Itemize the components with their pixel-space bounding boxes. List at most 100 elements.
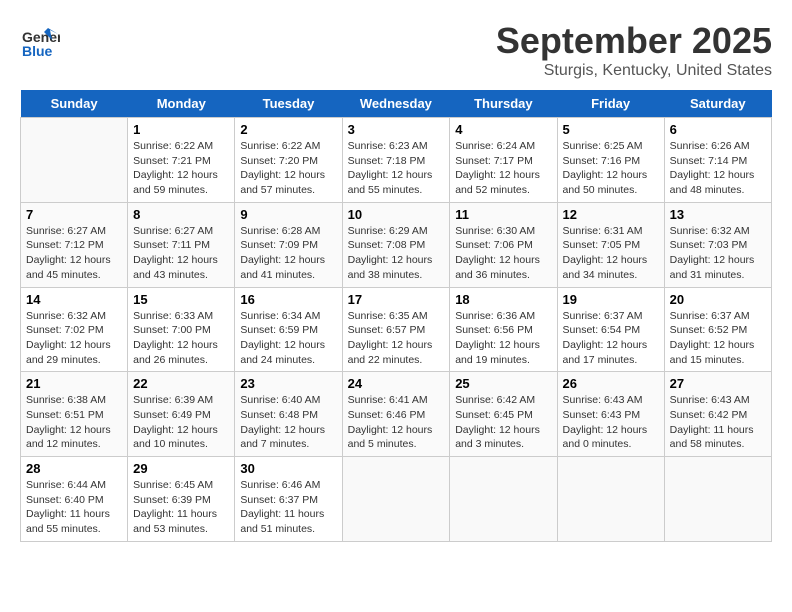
calendar-cell: 1 Sunrise: 6:22 AM Sunset: 7:21 PM Daylig…	[128, 118, 235, 203]
cell-info: Sunrise: 6:31 AM Sunset: 7:05 PM Dayligh…	[563, 224, 659, 283]
cell-info: Sunrise: 6:27 AM Sunset: 7:12 PM Dayligh…	[26, 224, 122, 283]
calendar-cell: 30 Sunrise: 6:46 AM Sunset: 6:37 PM Dayli…	[235, 457, 342, 542]
cell-info: Sunrise: 6:23 AM Sunset: 7:18 PM Dayligh…	[348, 139, 445, 198]
calendar-cell: 8 Sunrise: 6:27 AM Sunset: 7:11 PM Daylig…	[128, 202, 235, 287]
cell-info: Sunrise: 6:26 AM Sunset: 7:14 PM Dayligh…	[670, 139, 766, 198]
date-number: 28	[26, 461, 122, 476]
date-number: 1	[133, 122, 229, 137]
calendar-cell: 21 Sunrise: 6:38 AM Sunset: 6:51 PM Dayli…	[21, 372, 128, 457]
date-number: 13	[670, 207, 766, 222]
cell-info: Sunrise: 6:41 AM Sunset: 6:46 PM Dayligh…	[348, 393, 445, 452]
date-number: 21	[26, 376, 122, 391]
calendar-cell: 18 Sunrise: 6:36 AM Sunset: 6:56 PM Dayli…	[450, 287, 557, 372]
calendar-cell: 4 Sunrise: 6:24 AM Sunset: 7:17 PM Daylig…	[450, 118, 557, 203]
page-header: General Blue September 2025 Sturgis, Ken…	[20, 20, 772, 80]
calendar-cell: 29Sunrise: 6:45 AM Sunset: 6:39 PM Dayli…	[128, 457, 235, 542]
calendar-cell: 11 Sunrise: 6:30 AM Sunset: 7:06 PM Dayli…	[450, 202, 557, 287]
calendar-cell: 26Sunrise: 6:43 AM Sunset: 6:43 PM Dayli…	[557, 372, 664, 457]
date-number: 26	[563, 376, 659, 391]
cell-info: Sunrise: 6:46 AM Sunset: 6:37 PM Dayligh…	[240, 478, 336, 537]
calendar-cell	[664, 457, 771, 542]
cell-info: Sunrise: 6:45 AM Sunset: 6:39 PM Dayligh…	[133, 478, 229, 537]
cell-info: Sunrise: 6:32 AM Sunset: 7:03 PM Dayligh…	[670, 224, 766, 283]
day-header-monday: Monday	[128, 90, 235, 118]
date-number: 10	[348, 207, 445, 222]
calendar-cell: 23 Sunrise: 6:40 AM Sunset: 6:48 PM Dayli…	[235, 372, 342, 457]
date-number: 11	[455, 207, 551, 222]
cell-info: Sunrise: 6:44 AM Sunset: 6:40 PM Dayligh…	[26, 478, 122, 537]
calendar-cell: 14 Sunrise: 6:32 AM Sunset: 7:02 PM Dayli…	[21, 287, 128, 372]
cell-info: Sunrise: 6:42 AM Sunset: 6:45 PM Dayligh…	[455, 393, 551, 452]
calendar-cell: 12 Sunrise: 6:31 AM Sunset: 7:05 PM Dayli…	[557, 202, 664, 287]
cell-info: Sunrise: 6:28 AM Sunset: 7:09 PM Dayligh…	[240, 224, 336, 283]
calendar-cell: 15 Sunrise: 6:33 AM Sunset: 7:00 PM Dayli…	[128, 287, 235, 372]
day-header-thursday: Thursday	[450, 90, 557, 118]
calendar-cell: 20Sunrise: 6:37 AM Sunset: 6:52 PM Dayli…	[664, 287, 771, 372]
day-header-sunday: Sunday	[21, 90, 128, 118]
date-number: 30	[240, 461, 336, 476]
logo-icon: General Blue	[20, 20, 60, 60]
calendar-cell: 16 Sunrise: 6:34 AM Sunset: 6:59 PM Dayli…	[235, 287, 342, 372]
calendar-cell: 27 Sunrise: 6:43 AM Sunset: 6:42 PM Dayli…	[664, 372, 771, 457]
calendar-table: SundayMondayTuesdayWednesdayThursdayFrid…	[20, 90, 772, 542]
calendar-cell: 28 Sunrise: 6:44 AM Sunset: 6:40 PM Dayli…	[21, 457, 128, 542]
day-header-saturday: Saturday	[664, 90, 771, 118]
date-number: 14	[26, 292, 122, 307]
day-header-tuesday: Tuesday	[235, 90, 342, 118]
date-number: 27	[670, 376, 766, 391]
calendar-cell: 6 Sunrise: 6:26 AM Sunset: 7:14 PM Daylig…	[664, 118, 771, 203]
date-number: 2	[240, 122, 336, 137]
cell-info: Sunrise: 6:22 AM Sunset: 7:21 PM Dayligh…	[133, 139, 229, 198]
cell-info: Sunrise: 6:34 AM Sunset: 6:59 PM Dayligh…	[240, 309, 336, 368]
calendar-cell: 2 Sunrise: 6:22 AM Sunset: 7:20 PM Daylig…	[235, 118, 342, 203]
calendar-cell: 24 Sunrise: 6:41 AM Sunset: 6:46 PM Dayli…	[342, 372, 450, 457]
calendar-cell: 17 Sunrise: 6:35 AM Sunset: 6:57 PM Dayli…	[342, 287, 450, 372]
calendar-cell: 9 Sunrise: 6:28 AM Sunset: 7:09 PM Daylig…	[235, 202, 342, 287]
date-number: 16	[240, 292, 336, 307]
date-number: 5	[563, 122, 659, 137]
cell-info: Sunrise: 6:25 AM Sunset: 7:16 PM Dayligh…	[563, 139, 659, 198]
cell-info: Sunrise: 6:32 AM Sunset: 7:02 PM Dayligh…	[26, 309, 122, 368]
month-title: September 2025	[496, 20, 772, 62]
cell-info: Sunrise: 6:35 AM Sunset: 6:57 PM Dayligh…	[348, 309, 445, 368]
calendar-cell: 3 Sunrise: 6:23 AM Sunset: 7:18 PM Daylig…	[342, 118, 450, 203]
cell-info: Sunrise: 6:36 AM Sunset: 6:56 PM Dayligh…	[455, 309, 551, 368]
calendar-cell: 13 Sunrise: 6:32 AM Sunset: 7:03 PM Dayli…	[664, 202, 771, 287]
date-number: 15	[133, 292, 229, 307]
cell-info: Sunrise: 6:30 AM Sunset: 7:06 PM Dayligh…	[455, 224, 551, 283]
logo: General Blue	[20, 20, 60, 60]
date-number: 19	[563, 292, 659, 307]
date-number: 17	[348, 292, 445, 307]
calendar-cell: 22 Sunrise: 6:39 AM Sunset: 6:49 PM Dayli…	[128, 372, 235, 457]
calendar-cell	[450, 457, 557, 542]
date-number: 18	[455, 292, 551, 307]
date-number: 6	[670, 122, 766, 137]
cell-info: Sunrise: 6:40 AM Sunset: 6:48 PM Dayligh…	[240, 393, 336, 452]
date-number: 24	[348, 376, 445, 391]
calendar-cell: 25Sunrise: 6:42 AM Sunset: 6:45 PM Dayli…	[450, 372, 557, 457]
date-number: 4	[455, 122, 551, 137]
cell-info: Sunrise: 6:38 AM Sunset: 6:51 PM Dayligh…	[26, 393, 122, 452]
calendar-cell: 19Sunrise: 6:37 AM Sunset: 6:54 PM Dayli…	[557, 287, 664, 372]
svg-text:Blue: Blue	[22, 43, 53, 59]
date-number: 7	[26, 207, 122, 222]
day-header-wednesday: Wednesday	[342, 90, 450, 118]
date-number: 22	[133, 376, 229, 391]
cell-info: Sunrise: 6:33 AM Sunset: 7:00 PM Dayligh…	[133, 309, 229, 368]
cell-info: Sunrise: 6:27 AM Sunset: 7:11 PM Dayligh…	[133, 224, 229, 283]
cell-info: Sunrise: 6:24 AM Sunset: 7:17 PM Dayligh…	[455, 139, 551, 198]
cell-info: Sunrise: 6:29 AM Sunset: 7:08 PM Dayligh…	[348, 224, 445, 283]
date-number: 23	[240, 376, 336, 391]
date-number: 3	[348, 122, 445, 137]
date-number: 12	[563, 207, 659, 222]
date-number: 9	[240, 207, 336, 222]
calendar-cell: 5 Sunrise: 6:25 AM Sunset: 7:16 PM Daylig…	[557, 118, 664, 203]
calendar-cell	[557, 457, 664, 542]
cell-info: Sunrise: 6:22 AM Sunset: 7:20 PM Dayligh…	[240, 139, 336, 198]
cell-info: Sunrise: 6:37 AM Sunset: 6:52 PM Dayligh…	[670, 309, 766, 368]
date-number: 8	[133, 207, 229, 222]
cell-info: Sunrise: 6:39 AM Sunset: 6:49 PM Dayligh…	[133, 393, 229, 452]
calendar-cell	[21, 118, 128, 203]
title-section: September 2025 Sturgis, Kentucky, United…	[496, 20, 772, 80]
cell-info: Sunrise: 6:43 AM Sunset: 6:42 PM Dayligh…	[670, 393, 766, 452]
